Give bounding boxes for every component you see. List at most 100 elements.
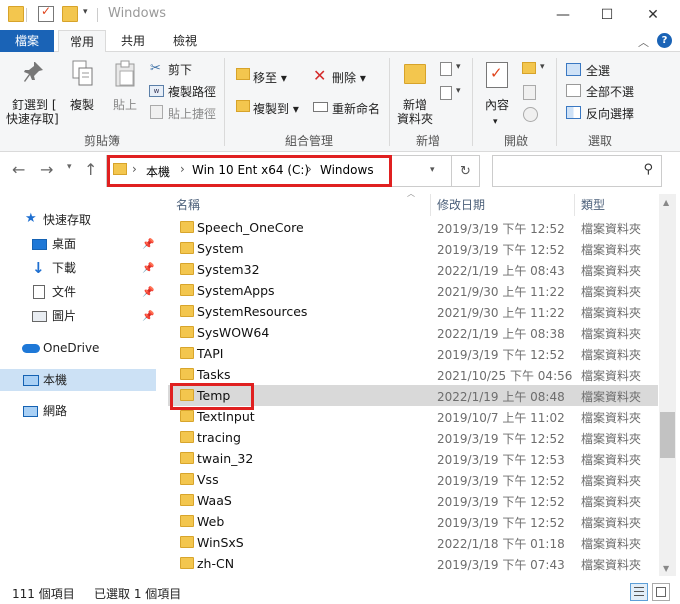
back-button[interactable]: ← bbox=[12, 160, 25, 179]
copy-button[interactable]: 複製 bbox=[70, 96, 94, 113]
file-row[interactable]: Tasks 2021/10/25 下午 04:56 檔案資料夾 bbox=[168, 364, 658, 385]
easy-access-dropdown-icon[interactable]: ▾ bbox=[456, 86, 461, 96]
scrollbar-thumb[interactable] bbox=[660, 412, 675, 458]
file-row[interactable]: tracing 2019/3/19 下午 12:52 檔案資料夾 bbox=[168, 427, 658, 448]
selected-count: 已選取 1 個項目 bbox=[94, 587, 182, 601]
nav-this-pc[interactable]: 本機 bbox=[43, 369, 67, 391]
copy-path-icon: w bbox=[149, 85, 164, 97]
tab-home[interactable]: 常用 bbox=[58, 30, 106, 53]
file-type: 檔案資料夾 bbox=[581, 306, 642, 320]
tab-file[interactable]: 檔案 bbox=[0, 30, 54, 52]
properties-button[interactable]: 內容 ▾ bbox=[485, 96, 509, 127]
file-name: Tasks bbox=[197, 367, 231, 382]
nav-pictures[interactable]: 圖片 bbox=[52, 305, 76, 327]
file-type: 檔案資料夾 bbox=[581, 432, 642, 446]
properties-icon: ✓ bbox=[486, 62, 508, 88]
tab-share[interactable]: 共用 bbox=[110, 30, 156, 52]
pin-icon[interactable]: 📌 bbox=[142, 311, 154, 322]
open-dropdown-icon[interactable]: ▾ bbox=[540, 62, 545, 72]
pin-icon[interactable]: 📌 bbox=[142, 239, 154, 250]
address-dropdown-icon[interactable]: ▾ bbox=[430, 165, 435, 175]
file-row[interactable]: WaaS 2019/3/19 下午 12:52 檔案資料夾 bbox=[168, 490, 658, 511]
open-icon[interactable] bbox=[522, 62, 536, 74]
new-folder-quick-icon[interactable] bbox=[62, 6, 78, 22]
desktop-icon bbox=[32, 239, 47, 250]
nav-network[interactable]: 網路 bbox=[43, 400, 67, 422]
nav-quick-access[interactable]: 快速存取 bbox=[43, 209, 91, 231]
file-row[interactable]: Web 2019/3/19 下午 12:52 檔案資料夾 bbox=[168, 511, 658, 532]
column-header-type[interactable]: 類型 bbox=[581, 196, 605, 213]
easy-access-icon[interactable] bbox=[440, 86, 452, 100]
scroll-up-icon[interactable]: ▲ bbox=[663, 198, 669, 207]
rename-button[interactable]: 重新命名 bbox=[332, 100, 380, 117]
paste-shortcut-button[interactable]: 貼上捷徑 bbox=[168, 105, 216, 122]
folder-icon bbox=[180, 221, 194, 233]
file-row[interactable]: zh-CN 2019/3/19 下午 07:43 檔案資料夾 bbox=[168, 553, 658, 574]
paste-icon bbox=[114, 60, 138, 88]
minimize-button[interactable]: — bbox=[540, 0, 586, 30]
file-row[interactable]: SysWOW64 2022/1/19 上午 08:38 檔案資料夾 bbox=[168, 322, 658, 343]
document-icon bbox=[33, 285, 45, 299]
close-button[interactable]: ✕ bbox=[630, 0, 676, 30]
maximize-button[interactable]: ☐ bbox=[584, 0, 630, 30]
file-date: 2019/10/7 上午 11:02 bbox=[437, 411, 565, 425]
file-date: 2019/3/19 下午 12:52 bbox=[437, 432, 565, 446]
select-all-button[interactable]: 全選 bbox=[586, 62, 610, 79]
vertical-scrollbar[interactable] bbox=[659, 194, 676, 576]
file-row[interactable]: SystemResources 2021/9/30 上午 11:22 檔案資料夾 bbox=[168, 301, 658, 322]
file-row[interactable]: System 2019/3/19 下午 12:52 檔案資料夾 bbox=[168, 238, 658, 259]
file-row[interactable]: TAPI 2019/3/19 下午 12:52 檔案資料夾 bbox=[168, 343, 658, 364]
file-date: 2019/3/19 下午 12:52 bbox=[437, 348, 565, 362]
folder-icon bbox=[180, 536, 194, 548]
pin-icon[interactable]: 📌 bbox=[142, 263, 154, 274]
nav-onedrive[interactable]: OneDrive bbox=[43, 337, 99, 359]
copy-path-button[interactable]: 複製路徑 bbox=[168, 83, 216, 100]
pin-quick-access-line2[interactable]: 快速存取] bbox=[6, 110, 59, 127]
copy-to-button[interactable]: 複製到 ▾ bbox=[253, 100, 299, 117]
forward-button[interactable]: → bbox=[40, 160, 53, 179]
move-to-button[interactable]: 移至 ▾ bbox=[253, 69, 287, 86]
details-view-icon[interactable] bbox=[630, 583, 648, 601]
history-icon[interactable] bbox=[523, 107, 538, 122]
column-separator[interactable] bbox=[574, 194, 575, 216]
folder-icon bbox=[180, 431, 194, 443]
new-item-icon[interactable] bbox=[440, 62, 452, 76]
file-date: 2019/3/19 下午 12:52 bbox=[437, 495, 565, 509]
tab-view[interactable]: 檢視 bbox=[162, 30, 208, 52]
file-row[interactable]: Speech_OneCore 2019/3/19 下午 12:52 檔案資料夾 bbox=[168, 217, 658, 238]
search-input[interactable]: ⚲ bbox=[492, 155, 662, 187]
refresh-button[interactable]: ↻ bbox=[452, 155, 480, 187]
nav-documents[interactable]: 文件 bbox=[52, 281, 76, 303]
edit-icon[interactable] bbox=[523, 85, 536, 100]
file-row[interactable]: SystemApps 2021/9/30 上午 11:22 檔案資料夾 bbox=[168, 280, 658, 301]
folder-icon bbox=[180, 326, 194, 338]
file-row[interactable]: twain_32 2019/3/19 下午 12:53 檔案資料夾 bbox=[168, 448, 658, 469]
select-none-icon bbox=[566, 84, 581, 97]
scroll-down-icon[interactable]: ▼ bbox=[663, 564, 669, 573]
file-row[interactable]: System32 2022/1/19 上午 08:43 檔案資料夾 bbox=[168, 259, 658, 280]
up-button[interactable]: ↑ bbox=[84, 160, 97, 179]
item-count: 111 個項目 bbox=[12, 587, 75, 601]
pin-icon[interactable]: 📌 bbox=[142, 287, 154, 298]
ribbon-collapse-icon[interactable]: ︿ bbox=[638, 34, 649, 50]
invert-selection-button[interactable]: 反向選擇 bbox=[586, 105, 634, 122]
large-icons-view-icon[interactable] bbox=[652, 583, 670, 601]
new-item-dropdown-icon[interactable]: ▾ bbox=[456, 62, 461, 72]
delete-button[interactable]: 刪除 ▾ bbox=[332, 69, 366, 86]
nav-desktop[interactable]: 桌面 bbox=[52, 233, 76, 255]
properties-quick-icon[interactable]: ✓ bbox=[38, 4, 54, 22]
select-none-button[interactable]: 全部不選 bbox=[586, 83, 634, 100]
column-header-date[interactable]: 修改日期 bbox=[437, 196, 485, 213]
file-date: 2022/1/19 上午 08:43 bbox=[437, 264, 565, 278]
cut-button[interactable]: 剪下 bbox=[168, 61, 192, 78]
paste-button[interactable]: 貼上 bbox=[113, 96, 137, 113]
column-header-name[interactable]: 名稱 bbox=[176, 196, 200, 213]
file-row[interactable]: WinSxS 2022/1/18 下午 01:18 檔案資料夾 bbox=[168, 532, 658, 553]
nav-downloads[interactable]: 下載 bbox=[52, 257, 76, 279]
new-folder-line2[interactable]: 資料夾 bbox=[397, 110, 433, 127]
file-name: WinSxS bbox=[197, 535, 244, 550]
file-row[interactable]: Vss 2019/3/19 下午 12:52 檔案資料夾 bbox=[168, 469, 658, 490]
help-icon[interactable]: ? bbox=[657, 33, 672, 48]
column-separator[interactable] bbox=[430, 194, 431, 216]
recent-locations-icon[interactable]: ▾ bbox=[67, 162, 72, 172]
